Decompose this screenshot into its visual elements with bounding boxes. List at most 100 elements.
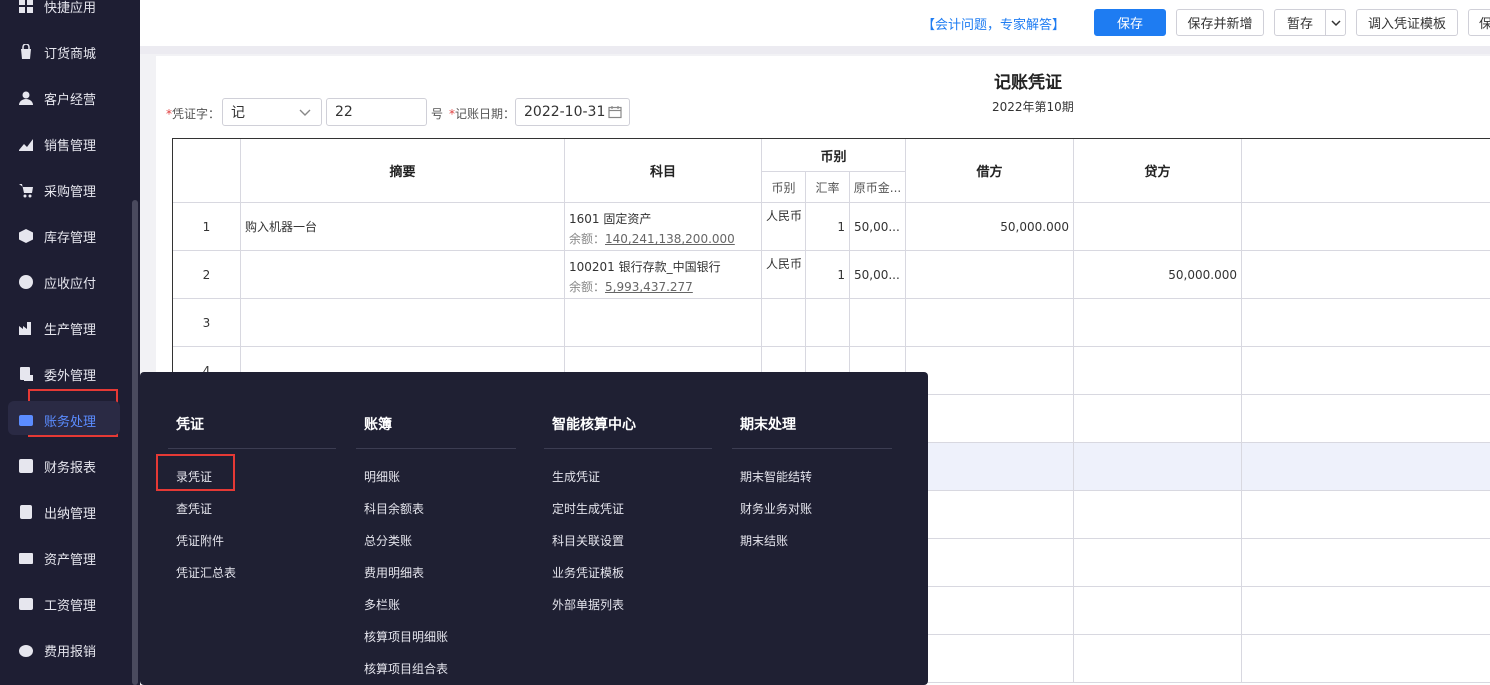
menu-item[interactable]: 期末智能结转 bbox=[740, 468, 812, 485]
header-credit: 贷方 bbox=[1074, 139, 1242, 203]
menu-item[interactable]: 明细账 bbox=[364, 468, 400, 485]
voucher-word-label-text: 凭证字： bbox=[172, 107, 221, 121]
account-balance: 余额：5,993,437.277 bbox=[569, 277, 761, 297]
menu-item[interactable]: 费用明细表 bbox=[364, 564, 424, 581]
table-cell-debit[interactable]: 50,000.000 bbox=[906, 203, 1074, 251]
menu-item[interactable]: 核算项目组合表 bbox=[364, 660, 448, 677]
balance-value[interactable]: 140,241,138,200.000 bbox=[605, 232, 735, 246]
account-name: 100201 银行存款_中国银行 bbox=[569, 260, 721, 274]
menu-item[interactable]: 科目关联设置 bbox=[552, 532, 624, 549]
draft-button[interactable]: 暂存 bbox=[1274, 9, 1326, 36]
sidebar-item-10[interactable]: 财务报表 bbox=[0, 443, 132, 489]
table-cell-credit[interactable] bbox=[1074, 635, 1242, 683]
report-icon bbox=[18, 458, 34, 474]
table-cell-account[interactable]: 1601 固定资产 余额：140,241,138,200.000 bbox=[565, 203, 762, 251]
table-cell-debit[interactable] bbox=[906, 491, 1074, 539]
expert-help-link[interactable]: 【会计问题，专家解答】 bbox=[922, 14, 1065, 33]
table-cell-debit[interactable] bbox=[906, 443, 1074, 491]
sidebar-item-12[interactable]: 资产管理 bbox=[0, 535, 132, 581]
calendar-icon bbox=[608, 106, 622, 119]
posting-date-input[interactable]: 2022-10-31 bbox=[515, 98, 630, 126]
table-cell-credit[interactable] bbox=[1074, 299, 1242, 347]
menu-item[interactable]: 核算项目明细账 bbox=[364, 628, 448, 645]
sidebar-item-4[interactable]: 采购管理 bbox=[0, 167, 132, 213]
table-cell-currency[interactable] bbox=[762, 299, 806, 347]
table-cell-summary[interactable]: 购入机器一台 bbox=[241, 203, 565, 251]
table-cell-orig[interactable]: 50,00... bbox=[850, 203, 906, 251]
sidebar: 快捷应用 订货商城 客户经营销售管理采购管理 库存管理 应收应付 生产管理 委外管理账务处理… bbox=[0, 0, 140, 685]
table-cell-summary[interactable] bbox=[241, 251, 565, 299]
voucher-number-input[interactable]: 22 bbox=[326, 98, 427, 126]
table-cell-summary[interactable] bbox=[241, 299, 565, 347]
table-cell-credit[interactable] bbox=[1074, 347, 1242, 395]
menu-item[interactable]: 定时生成凭证 bbox=[552, 500, 624, 517]
table-cell-credit[interactable] bbox=[1074, 203, 1242, 251]
menu-item[interactable]: 总分类账 bbox=[364, 532, 412, 549]
menu-item[interactable]: 期末结账 bbox=[740, 532, 788, 549]
toolbar-divider bbox=[140, 46, 1490, 54]
header-currency: 币别 bbox=[762, 172, 806, 203]
menu-divider bbox=[732, 448, 892, 449]
balance-value[interactable]: 5,993,437.277 bbox=[605, 280, 693, 294]
table-cell-currency[interactable]: 人民币 bbox=[762, 203, 806, 251]
sidebar-item-7[interactable]: 生产管理 bbox=[0, 305, 132, 351]
menu-item[interactable]: 录凭证 bbox=[176, 468, 212, 485]
save-and-new-button[interactable]: 保存并新增 bbox=[1176, 9, 1264, 36]
sidebar-item-11[interactable]: 出纳管理 bbox=[0, 489, 132, 535]
table-cell-debit[interactable] bbox=[906, 587, 1074, 635]
voucher-word-label: *凭证字： bbox=[166, 107, 221, 121]
number-suffix-text: 号 bbox=[431, 107, 444, 121]
sidebar-item-2[interactable]: 客户经营 bbox=[0, 75, 132, 121]
sidebar-scrollbar[interactable] bbox=[132, 200, 138, 685]
sidebar-item-1[interactable]: 订货商城 bbox=[0, 29, 132, 75]
sidebar-item-3[interactable]: 销售管理 bbox=[0, 121, 132, 167]
finance-menu-popup: 凭证 录凭证 查凭证 凭证附件 凭证汇总表 账簿 明细账 科目余额表 总分类账 费用明细表 多栏账核… bbox=[140, 372, 928, 685]
table-cell-rate[interactable]: 1 bbox=[806, 203, 850, 251]
menu-item[interactable]: 业务凭证模板 bbox=[552, 564, 624, 581]
menu-item[interactable]: 查凭证 bbox=[176, 500, 212, 517]
voucher-word-select[interactable]: 记 bbox=[222, 98, 322, 126]
table-cell-credit[interactable] bbox=[1074, 587, 1242, 635]
menu-item[interactable]: 科目余额表 bbox=[364, 500, 424, 517]
table-cell-credit[interactable] bbox=[1074, 395, 1242, 443]
menu-item[interactable]: 财务业务对账 bbox=[740, 500, 812, 517]
sidebar-item-8[interactable]: 委外管理 bbox=[0, 351, 132, 397]
table-cell-debit[interactable] bbox=[906, 539, 1074, 587]
table-cell-debit[interactable] bbox=[906, 251, 1074, 299]
sidebar-item-label: 费用报销 bbox=[44, 644, 97, 660]
table-cell-account[interactable] bbox=[565, 299, 762, 347]
table-cell-debit[interactable] bbox=[906, 347, 1074, 395]
menu-item[interactable]: 凭证汇总表 bbox=[176, 564, 236, 581]
save-as-button[interactable]: 保 bbox=[1468, 9, 1490, 36]
apps-icon bbox=[18, 0, 34, 14]
menu-item[interactable]: 生成凭证 bbox=[552, 468, 600, 485]
table-cell-orig[interactable]: 50,00... bbox=[850, 251, 906, 299]
sidebar-item-0[interactable]: 快捷应用 bbox=[0, 0, 132, 29]
table-cell-rate[interactable]: 1 bbox=[806, 251, 850, 299]
sidebar-item-9[interactable]: 账务处理 bbox=[0, 397, 132, 443]
import-template-button[interactable]: 调入凭证模板 bbox=[1356, 9, 1458, 36]
table-cell-currency[interactable]: 人民币 bbox=[762, 251, 806, 299]
sidebar-item-14[interactable]: 费用报销 bbox=[0, 627, 132, 673]
table-cell-rate[interactable] bbox=[806, 299, 850, 347]
table-cell-credit[interactable] bbox=[1074, 491, 1242, 539]
table-cell-credit[interactable] bbox=[1074, 539, 1242, 587]
table-cell-debit[interactable] bbox=[906, 299, 1074, 347]
sidebar-item-label: 销售管理 bbox=[44, 138, 97, 154]
menu-item[interactable]: 外部单据列表 bbox=[552, 596, 624, 613]
table-cell-debit[interactable] bbox=[906, 635, 1074, 683]
draft-dropdown-button[interactable] bbox=[1325, 9, 1346, 36]
menu-item[interactable]: 多栏账 bbox=[364, 596, 400, 613]
sidebar-item-5[interactable]: 库存管理 bbox=[0, 213, 132, 259]
sidebar-item-13[interactable]: 工资管理 bbox=[0, 581, 132, 627]
save-button[interactable]: 保存 bbox=[1094, 9, 1166, 36]
table-cell-extra bbox=[1242, 251, 1490, 299]
menu-item[interactable]: 凭证附件 bbox=[176, 532, 224, 549]
table-cell-credit[interactable] bbox=[1074, 443, 1242, 491]
table-cell-orig[interactable] bbox=[850, 299, 906, 347]
sidebar-item-6[interactable]: 应收应付 bbox=[0, 259, 132, 305]
table-cell-account[interactable]: 100201 银行存款_中国银行余额：5,993,437.277 bbox=[565, 251, 762, 299]
table-cell-credit[interactable]: 50,000.000 bbox=[1074, 251, 1242, 299]
table-cell-debit[interactable] bbox=[906, 395, 1074, 443]
sidebar-item-label: 账务处理 bbox=[44, 414, 97, 430]
